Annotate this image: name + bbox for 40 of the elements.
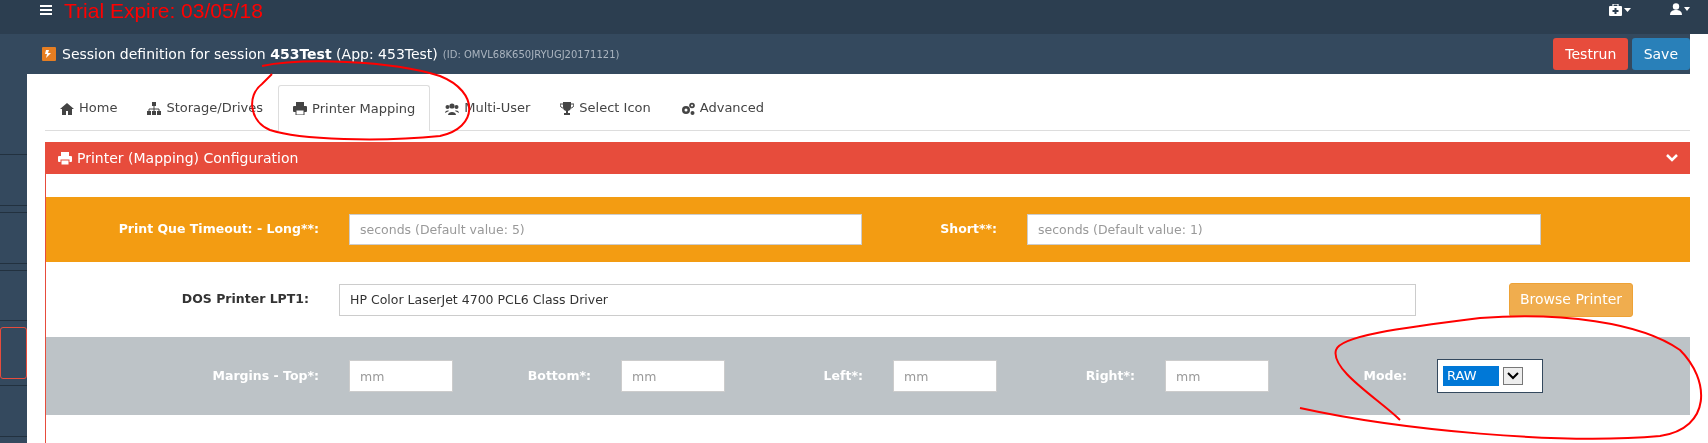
gears-icon	[680, 101, 695, 115]
printer-icon	[293, 102, 308, 115]
input-field[interactable]: HP Color LaserJet 4700 PCL6 Class Driver	[339, 283, 1416, 316]
input-field[interactable]: seconds (Default value: 5)	[349, 214, 862, 245]
field-label: Mode:	[1362, 366, 1407, 385]
input-field[interactable]: mm	[349, 360, 453, 392]
trial-expiry-text: Trial Expire: 03/05/18	[64, 0, 263, 21]
tab[interactable]: Advanced	[665, 85, 779, 130]
field-label: Bottom*:	[526, 366, 591, 385]
sidebar-item[interactable]	[0, 327, 27, 380]
users-icon	[445, 101, 460, 115]
session-title: Session definition for session 453Test (App: 453Test)	[62, 44, 438, 64]
home-icon	[60, 101, 74, 115]
mode-select[interactable]: RAW	[1437, 359, 1543, 393]
field-label: DOS Printer LPT1:	[180, 290, 309, 309]
app-logo-icon	[42, 47, 56, 61]
menu-icon[interactable]	[40, 5, 52, 15]
field-label: Print Que Timeout: - Long**:	[117, 220, 319, 239]
input-field[interactable]: mm	[1165, 360, 1269, 392]
field-label: Short**:	[939, 220, 997, 239]
tab[interactable]: Home	[45, 85, 133, 130]
sitemap-icon	[147, 101, 162, 115]
field-label: Margins - Top*:	[211, 366, 319, 385]
select-value: RAW	[1443, 366, 1499, 386]
trophy-icon	[560, 101, 575, 115]
session-id: (ID: OMVL68K650JRYUGJ20171121)	[442, 47, 620, 62]
field-label: Left*:	[822, 366, 863, 385]
tab[interactable]: Select Icon	[545, 85, 666, 130]
chevron-down-icon[interactable]	[1666, 154, 1678, 162]
tab[interactable]: Printer Mapping	[278, 85, 431, 131]
medkit-icon[interactable]	[1609, 4, 1631, 16]
input-field[interactable]: mm	[893, 360, 997, 392]
testrun-button[interactable]: Testrun	[1553, 38, 1629, 70]
save-button[interactable]: Save	[1631, 38, 1690, 70]
printer-icon	[58, 151, 72, 165]
user-icon[interactable]	[1670, 3, 1690, 15]
input-field[interactable]: mm	[621, 360, 725, 392]
panel-title: Printer (Mapping) Configuration	[77, 148, 299, 168]
field-label: Right*:	[1084, 366, 1135, 385]
input-field[interactable]: seconds (Default value: 1)	[1027, 214, 1541, 245]
